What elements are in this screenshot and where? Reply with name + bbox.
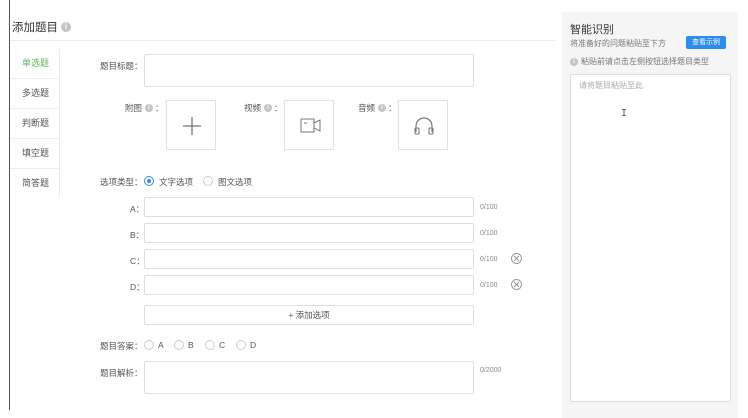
option-c-counter: 0/100 [480, 256, 498, 263]
answer-c-radio[interactable] [205, 340, 215, 350]
info-icon[interactable]: i [378, 104, 387, 112]
text-cursor-icon: I [621, 108, 628, 119]
question-title-label: 题目标题： [100, 61, 143, 71]
answer-a-label: A [158, 340, 164, 350]
option-b-counter: 0/100 [480, 230, 498, 237]
option-type-image-radio[interactable] [203, 176, 213, 186]
video-label-text: 视频 [244, 103, 262, 113]
colon: ： [274, 103, 283, 113]
add-video-button[interactable] [284, 100, 334, 150]
info-icon[interactable]: i [61, 22, 71, 32]
colon: ： [388, 103, 397, 113]
colon: ： [155, 103, 164, 113]
question-title-input[interactable] [144, 54, 474, 87]
option-type-label: 选项类型： [100, 177, 143, 187]
tab-fill-blank[interactable]: 填空题 [10, 139, 59, 168]
answer-c-label: C [219, 340, 226, 350]
analysis-counter: 0/2000 [480, 367, 502, 374]
audio-label-text: 音频 [358, 103, 376, 113]
attachment-label: 附图 i ： [125, 102, 164, 114]
answer-a-radio[interactable] [144, 340, 154, 350]
audio-label: 音频 i ： [358, 102, 397, 114]
page-title: 添加题目 i [12, 19, 71, 35]
paste-question-textarea[interactable]: 请将题目粘贴至此 I [570, 74, 731, 402]
analysis-input[interactable] [144, 361, 474, 394]
tab-multiple-choice[interactable]: 多选题 [10, 79, 59, 108]
option-d-input[interactable] [144, 275, 474, 295]
tab-short-answer[interactable]: 简答题 [10, 169, 59, 198]
tab-true-false[interactable]: 判断题 [10, 109, 59, 138]
headphones-icon [414, 117, 434, 135]
option-d-counter: 0/100 [480, 282, 498, 289]
answer-b-radio[interactable] [174, 340, 184, 350]
option-c-input[interactable] [144, 249, 474, 269]
add-audio-button[interactable] [398, 100, 448, 150]
option-type-text-radio[interactable] [144, 176, 154, 186]
option-a-counter: 0/100 [480, 204, 498, 211]
smart-recognition-hint: i 粘贴前请点击左侧按钮选择题目类型 [570, 56, 709, 67]
smart-recognition-hint-text: 粘贴前请点击左侧按钮选择题目类型 [581, 57, 709, 66]
option-type-text-label: 文字选项 [159, 177, 194, 187]
info-icon: i [570, 57, 578, 66]
answer-d-radio[interactable] [236, 340, 246, 350]
close-circle-icon[interactable] [511, 279, 522, 290]
option-b-input[interactable] [144, 223, 474, 243]
smart-recognition-description: 将准备好的问题粘贴至下方 [570, 39, 666, 48]
paste-placeholder: 请将题目粘贴至此 [579, 81, 643, 90]
analysis-label: 题目解析： [100, 368, 143, 378]
question-type-tabs: 单选题 多选题 判断题 填空题 简答题 [10, 49, 60, 198]
tab-single-choice[interactable]: 单选题 [10, 49, 59, 78]
option-a-input[interactable] [144, 197, 474, 217]
option-a-label: A： [130, 204, 145, 214]
plus-icon [183, 117, 201, 135]
answer-label: 题目答案： [100, 341, 143, 351]
attachment-label-text: 附图 [125, 103, 143, 113]
add-image-button[interactable] [166, 100, 216, 150]
video-label: 视频 i ： [244, 102, 283, 114]
view-example-button[interactable]: 查看示例 [686, 36, 726, 49]
answer-d-label: D [250, 340, 257, 350]
answer-b-label: B [188, 340, 194, 350]
smart-recognition-title: 智能识别 [570, 24, 614, 36]
page-title-text: 添加题目 [12, 22, 58, 34]
option-d-label: D： [130, 282, 145, 292]
close-circle-icon[interactable] [511, 253, 522, 264]
smart-recognition-panel: 智能识别 将准备好的问题粘贴至下方 查看示例 i 粘贴前请点击左侧按钮选择题目类… [562, 12, 738, 418]
info-icon[interactable]: i [145, 104, 154, 112]
option-type-image-label: 图文选项 [218, 177, 253, 187]
video-camera-icon [300, 118, 321, 133]
info-icon[interactable]: i [264, 104, 273, 112]
option-c-label: C： [130, 256, 145, 266]
option-b-label: B： [130, 230, 145, 240]
question-form: 单选题 多选题 判断题 填空题 简答题 题目标题： 附图 i ： 视频 i ： [10, 40, 556, 418]
add-option-button[interactable]: + 添加选项 [144, 305, 474, 325]
